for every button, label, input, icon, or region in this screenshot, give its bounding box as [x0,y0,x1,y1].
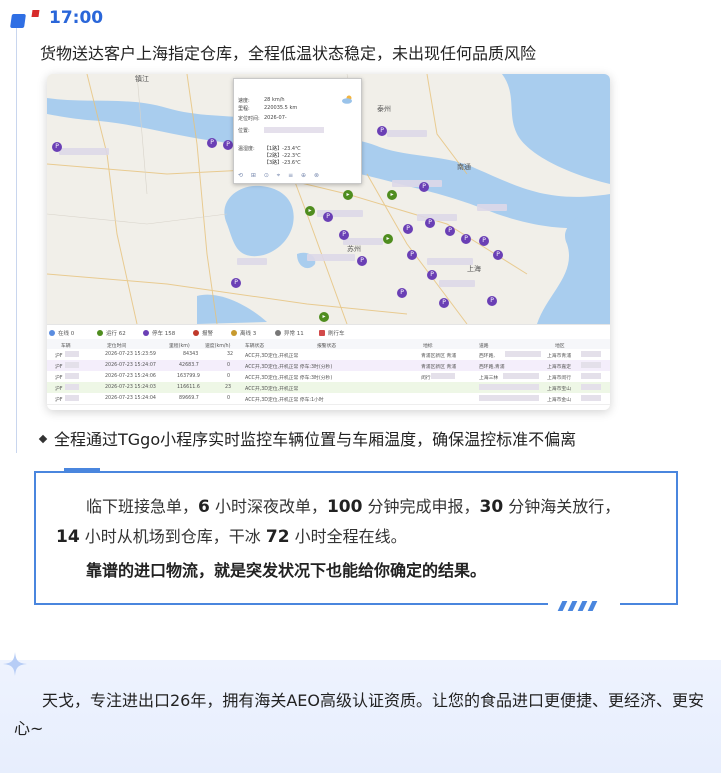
vehicle-moving-marker[interactable]: ▸ [305,206,315,216]
vehicle-label [417,214,457,221]
footer-text: 天戈，专注进出口26年，拥有海关AEO高级认证资质。让您的食品进口更便捷、更经济… [14,691,705,738]
legend-item-abnormal[interactable]: 异常 11 [275,329,304,337]
vehicle-label [427,258,473,265]
vehicle-stop-marker[interactable]: P [231,278,241,288]
speed-label: 速度: [238,98,250,104]
vehicle-table: 车辆 定位时间 里程(km) 速度(km/h) 车辆状态 报警状态 地标 道路 … [47,339,610,410]
speed-value: 28 km/h [264,97,285,103]
vehicle-label [343,238,383,245]
col-mileage: 里程(km) [169,344,190,349]
vehicle-label [59,148,109,155]
vehicle-stop-marker[interactable]: P [357,256,367,266]
mileage-label: 里程: [238,106,250,112]
time-label: 17:00 [49,8,104,28]
vehicle-moving-marker[interactable]: ▸ [319,312,329,322]
col-alarm: 报警状态 [317,344,337,349]
vehicle-label [387,130,427,137]
diamond-bullet-icon [38,434,48,444]
vehicle-stop-marker[interactable]: P [493,250,503,260]
slash-decoration-icon [548,599,620,613]
col-region: 地区 [555,344,565,349]
bullet-monitoring: 全程通过TGgo小程序实时监控车辆位置与车厢温度，确保温控标准不偏离 [38,426,577,450]
table-row[interactable]: 沪F 2026-07-23 15:24:04 89669.7 0 ACC开,3D… [47,393,610,405]
col-road: 道路 [479,344,489,349]
legend-item-offline[interactable]: 离线 3 [231,329,256,337]
col-landmark: 地标 [423,344,433,349]
weather-cloud-icon [342,95,352,104]
legend-item-alarm[interactable]: 报警 [193,329,213,337]
place-label-shanghai: 上海 [467,265,481,273]
temp-channel-3: 【3路】-23.6℃ [264,160,301,166]
map-screenshot: 镇江 泰州 南通 苏州 上海 P P P P P ▸ ▸ P P ▸ P P P… [47,74,610,410]
bullet-text: 全程通过TGgo小程序实时监控车辆位置与车厢温度，确保温控标准不偏离 [54,430,577,449]
map-area[interactable]: 镇江 泰州 南通 苏州 上海 P P P P P ▸ ▸ P P ▸ P P P… [47,74,610,324]
vehicle-stop-marker[interactable]: P [397,288,407,298]
legend-item-refresh[interactable]: 刷行车 [319,329,345,337]
vehicle-stop-marker[interactable]: P [377,126,387,136]
vehicle-stop-marker[interactable]: P [323,212,333,222]
vehicle-moving-marker[interactable]: ▸ [383,234,393,244]
timeline-line [16,28,17,453]
vehicle-stop-marker[interactable]: P [419,182,429,192]
story-line-1: 临下班接急单，6 小时深夜改单，100 分钟完成申报，30 分钟海关放行， [86,497,621,517]
col-time: 定位时间 [107,344,127,349]
col-vehicle: 车辆 [61,344,71,349]
vehicle-stop-marker[interactable]: P [425,218,435,228]
location-value-masked [264,127,324,133]
story-line-2: 14 小时从机场到仓库，干冰 72 小时全程在线。 [56,527,407,547]
vehicle-label [477,204,507,211]
legend-item-online[interactable]: 在线 0 [49,329,74,337]
vehicle-stop-marker[interactable]: P [445,226,455,236]
vehicle-stop-marker[interactable]: P [403,224,413,234]
vehicle-stop-marker[interactable]: P [223,140,233,150]
col-speed: 速度(km/h) [205,344,231,349]
legend-item-parked[interactable]: 停车 158 [143,329,175,337]
status-legend: 在线 0 运行 62 停车 158 报警 离线 3 异常 11 刷行车 [47,324,610,340]
vehicle-stop-marker[interactable]: P [479,236,489,246]
temp-channel-1: 【1路】-23.4℃ [264,146,301,152]
temp-channel-2: 【2路】-22.3℃ [264,153,301,159]
place-label-zhenjiang: 镇江 [135,75,149,83]
popup-tool-icons[interactable]: ⟲ ⊞ ⊙ ⌖ ≡ ⊕ ⊗ [238,172,322,180]
legend-item-running[interactable]: 运行 62 [97,329,126,337]
col-status: 车辆状态 [245,344,265,349]
vehicle-moving-marker[interactable]: ▸ [387,190,397,200]
vehicle-stop-marker[interactable]: P [487,296,497,306]
timeline-accent-icon [31,10,40,17]
story-highlight: 靠谱的进口物流，就是突发状况下也能给你确定的结果。 [86,561,487,580]
place-label-suzhou: 苏州 [347,245,361,253]
vehicle-label [392,180,442,187]
sparkle-icon [3,652,27,676]
vehicle-stop-marker[interactable]: P [407,250,417,260]
story-box: 临下班接急单，6 小时深夜改单，100 分钟完成申报，30 分钟海关放行， 14… [34,471,678,605]
temp-label: 温湿度: [238,146,255,152]
vehicle-stop-marker[interactable]: P [207,138,217,148]
vehicle-stop-marker[interactable]: P [461,234,471,244]
place-label-nantong: 南通 [457,163,471,171]
time-value-popup: 2026-07- [264,115,287,121]
place-label-taizhou: 泰州 [377,105,391,113]
vehicle-stop-marker[interactable]: P [339,230,349,240]
vehicle-label [307,254,355,261]
vehicle-stop-marker[interactable]: P [427,270,437,280]
vehicle-label [237,258,267,265]
location-label: 位置: [238,128,250,134]
mileage-value: 220035.5 km [264,105,298,111]
timeline-badge-icon [10,14,26,28]
vehicle-label [439,280,475,287]
vehicle-stop-marker[interactable]: P [439,298,449,308]
caption-text: 货物送达客户上海指定仓库，全程低温状态稳定，未出现任何品质风险 [40,44,537,63]
vehicle-moving-marker[interactable]: ▸ [343,190,353,200]
vehicle-stop-marker[interactable]: P [52,142,62,152]
vehicle-info-popup: 速度: 28 km/h 里程: 220035.5 km 定位时间: 2026-07- … [233,78,362,184]
time-label-popup: 定位时间: [238,116,260,122]
